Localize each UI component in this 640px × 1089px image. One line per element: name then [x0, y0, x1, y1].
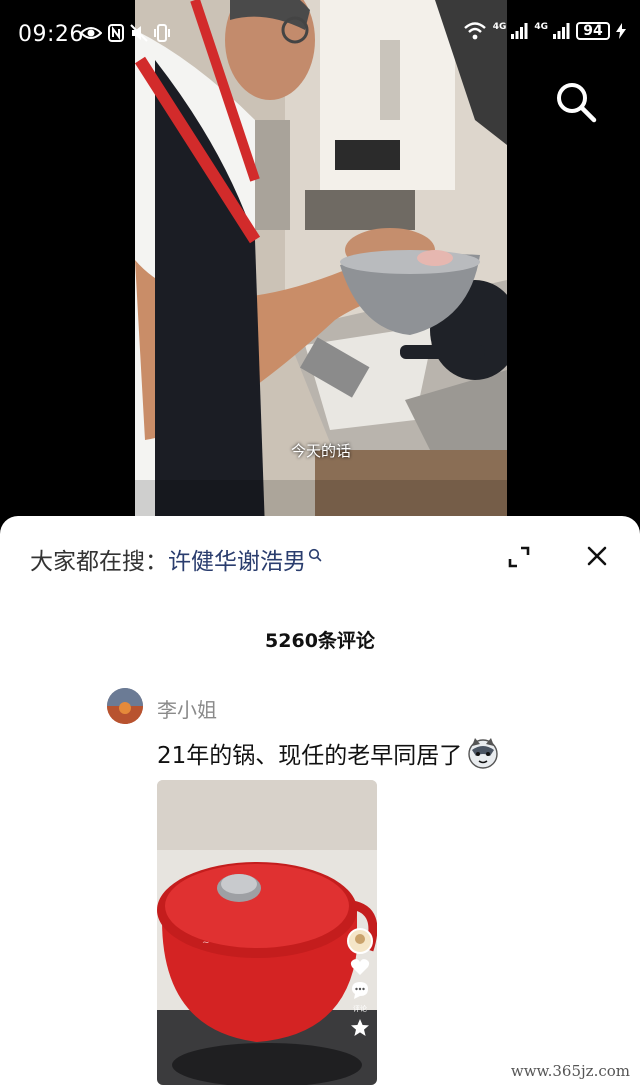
search-icon — [308, 548, 322, 562]
charging-icon — [616, 23, 626, 39]
status-right-icons: 4G 4G 94 — [463, 22, 626, 40]
star-icon — [351, 1019, 369, 1036]
expand-button[interactable] — [506, 544, 532, 570]
close-icon — [587, 546, 607, 566]
search-icon — [557, 83, 597, 123]
comment-image[interactable]: ~ 评论 — [157, 780, 377, 1085]
comment-side-label: 评论 — [353, 1005, 367, 1013]
watermark: www.365jz.com — [506, 1061, 634, 1081]
eye-icon — [80, 27, 102, 39]
comment-count: 5260条评论 — [265, 630, 375, 652]
comment-text: 21年的锅、现任的老早同居了 — [157, 736, 500, 770]
network-label-2: 4G — [534, 22, 548, 32]
video-caption: 今天的话 — [290, 442, 351, 460]
status-left-icons — [80, 24, 170, 42]
vibrate-icon — [154, 24, 170, 42]
search-button[interactable] — [552, 78, 600, 126]
wolf-emoji-icon — [468, 738, 498, 769]
screen: 09:26 4G 4G 94 今天的话 大家都在搜： 许健华谢浩男 5260条评… — [0, 0, 640, 1089]
mute-icon — [130, 24, 148, 42]
close-button[interactable] — [584, 543, 610, 569]
hot-search-bar: 大家都在搜： 许健华谢浩男 — [30, 542, 322, 576]
video-player[interactable]: 今天的话 — [135, 0, 507, 530]
status-bar: 09:26 4G 4G 94 — [0, 0, 640, 72]
battery-indicator: 94 — [576, 22, 610, 40]
hot-search-term[interactable]: 许健华谢浩男 — [168, 542, 306, 576]
expand-icon — [508, 546, 530, 568]
avatar-icon — [347, 928, 373, 954]
image-side-actions: 评论 — [347, 928, 373, 1038]
pot-photo: ~ — [157, 780, 377, 1085]
nfc-icon — [108, 24, 124, 42]
wifi-icon — [463, 22, 486, 40]
svg-text:~: ~ — [202, 938, 210, 948]
network-label-1: 4G — [492, 22, 507, 32]
status-time: 09:26 — [18, 22, 84, 47]
signal-icon-2 — [553, 23, 570, 39]
hot-search-prefix: 大家都在搜： — [30, 549, 168, 575]
comment-author[interactable]: 李小姐 — [157, 694, 217, 723]
comment-icon — [352, 982, 368, 999]
signal-icon-1 — [511, 23, 528, 39]
heart-icon — [350, 959, 370, 975]
comment-body: 21年的锅、现任的老早同居了 — [157, 743, 463, 769]
avatar[interactable] — [107, 688, 143, 724]
avatar-image — [107, 688, 143, 724]
